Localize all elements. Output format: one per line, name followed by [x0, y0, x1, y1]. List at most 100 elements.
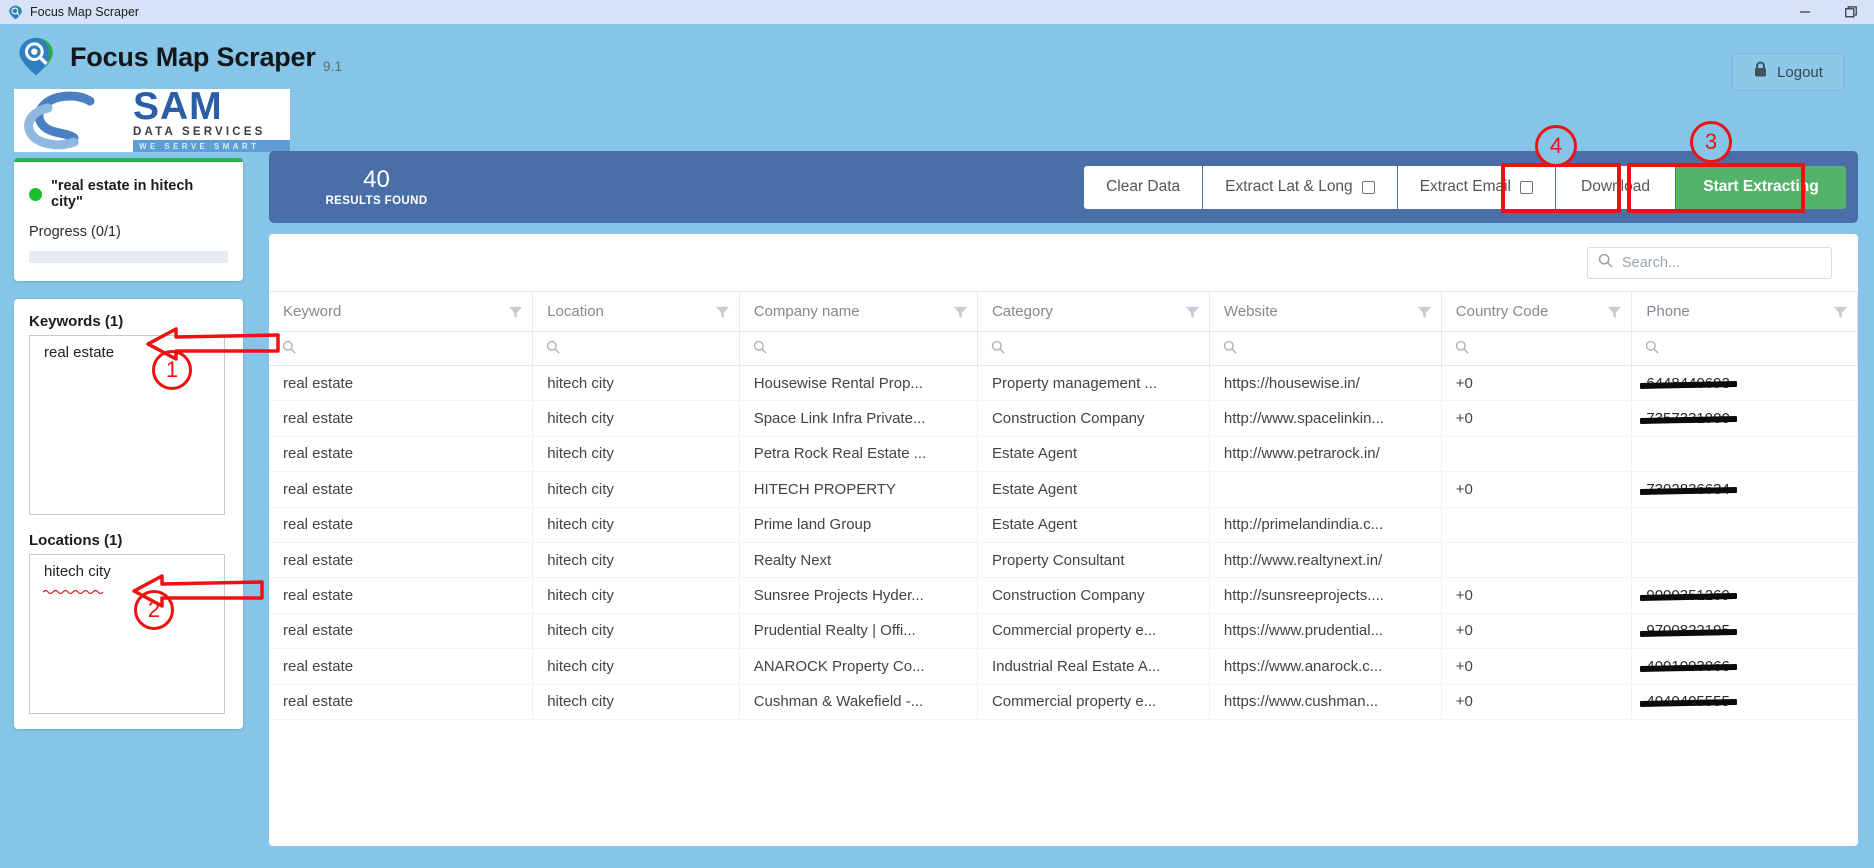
- cell-keyword: real estate: [269, 436, 533, 471]
- column-search-icon[interactable]: [1645, 341, 1659, 358]
- cell-text: Prime land Group: [754, 516, 872, 533]
- table-row[interactable]: real estatehitech cityANAROCK Property C…: [269, 649, 1858, 684]
- column-filter-input[interactable]: [1209, 332, 1441, 366]
- cell-text: +0: [1456, 658, 1473, 675]
- logout-label: Logout: [1777, 64, 1823, 81]
- filter-funnel-icon[interactable]: [1417, 305, 1432, 324]
- extract-email-checkbox[interactable]: [1520, 181, 1533, 194]
- keywords-textarea[interactable]: [29, 335, 225, 515]
- cell-website: http://www.spacelinkin...: [1209, 401, 1441, 436]
- logout-button[interactable]: Logout: [1732, 53, 1844, 91]
- download-button[interactable]: Download: [1556, 166, 1676, 209]
- cell-company: Sunsree Projects Hyder...: [739, 578, 977, 613]
- search-input-wrap[interactable]: Search...: [1587, 247, 1832, 279]
- column-header-label: Country Code: [1456, 303, 1549, 320]
- filter-funnel-icon[interactable]: [1607, 305, 1622, 324]
- column-search-icon[interactable]: [991, 341, 1005, 358]
- filter-funnel-icon[interactable]: [508, 305, 523, 324]
- cell-text: Petra Rock Real Estate ...: [754, 445, 927, 462]
- column-header-category[interactable]: Category: [977, 292, 1209, 332]
- inputs-card: Keywords (1) Locations (1): [14, 299, 243, 729]
- column-header-keyword[interactable]: Keyword: [269, 292, 533, 332]
- cell-text: https://housewise.in/: [1224, 375, 1360, 392]
- table-row[interactable]: real estatehitech citySpace Link Infra P…: [269, 401, 1858, 436]
- column-filter-input[interactable]: [739, 332, 977, 366]
- column-search-icon[interactable]: [282, 341, 296, 358]
- filter-funnel-icon[interactable]: [953, 305, 968, 324]
- column-filter-input[interactable]: [1632, 332, 1858, 366]
- cell-location: hitech city: [533, 684, 740, 719]
- extract-lat-long-button[interactable]: Extract Lat & Long: [1203, 166, 1398, 209]
- cell-country-code: +0: [1441, 401, 1632, 436]
- cell-company: HITECH PROPERTY: [739, 472, 977, 507]
- cell-text: hitech city: [547, 622, 614, 639]
- column-search-icon[interactable]: [1223, 341, 1237, 358]
- cell-text: Prudential Realty | Offi...: [754, 622, 916, 639]
- cell-text: hitech city: [547, 587, 614, 604]
- cell-location: hitech city: [533, 542, 740, 577]
- keywords-label: Keywords (1): [29, 313, 228, 330]
- filter-funnel-icon[interactable]: [1185, 305, 1200, 324]
- table-head: KeywordLocationCompany nameCategoryWebsi…: [269, 292, 1858, 332]
- minimize-icon[interactable]: [1782, 0, 1828, 24]
- cell-keyword: real estate: [269, 684, 533, 719]
- cell-website: http://www.realtynext.in/: [1209, 542, 1441, 577]
- table-row[interactable]: real estatehitech citySunsree Projects H…: [269, 578, 1858, 613]
- cell-location: hitech city: [533, 649, 740, 684]
- cell-website: https://www.anarock.c...: [1209, 649, 1441, 684]
- column-filter-input[interactable]: [1441, 332, 1632, 366]
- column-filter-input[interactable]: [269, 332, 533, 366]
- column-search-icon[interactable]: [753, 341, 767, 358]
- restore-icon[interactable]: [1828, 0, 1874, 24]
- cell-text: Estate Agent: [992, 445, 1077, 462]
- cell-category: Property Consultant: [977, 542, 1209, 577]
- column-filter-input[interactable]: [533, 332, 740, 366]
- clear-data-button[interactable]: Clear Data: [1084, 166, 1203, 209]
- table-row[interactable]: real estatehitech cityHITECH PROPERTYEst…: [269, 472, 1858, 507]
- cell-website: http://sunsreeprojects....: [1209, 578, 1441, 613]
- cell-location: hitech city: [533, 366, 740, 401]
- table-row[interactable]: real estatehitech cityHousewise Rental P…: [269, 366, 1858, 401]
- table-row[interactable]: real estatehitech city Petra Rock Real Es…: [269, 436, 1858, 471]
- column-header-website[interactable]: Website: [1209, 292, 1441, 332]
- cell-text: http://www.realtynext.in/: [1224, 552, 1382, 569]
- column-header-phone[interactable]: Phone: [1632, 292, 1858, 332]
- lock-icon: [1753, 61, 1768, 83]
- cell-keyword: real estate: [269, 649, 533, 684]
- filter-funnel-icon[interactable]: [715, 305, 730, 324]
- redacted-phone: 7357331900: [1646, 410, 1729, 427]
- column-filter-input[interactable]: [977, 332, 1209, 366]
- download-label: Download: [1581, 178, 1650, 196]
- cell-location: hitech city: [533, 436, 740, 471]
- cell-country-code: +0: [1441, 684, 1632, 719]
- column-header-country-code[interactable]: Country Code: [1441, 292, 1632, 332]
- cell-company: Petra Rock Real Estate ...: [739, 436, 977, 471]
- table-row[interactable]: real estate hitech city Prudential Realty …: [269, 613, 1858, 648]
- sam-tagline: WE SERVE SMART: [133, 140, 290, 152]
- column-filter-row: [269, 332, 1858, 366]
- cell-website: http://www.petrarock.in/: [1209, 436, 1441, 471]
- cell-text: real estate: [283, 622, 353, 639]
- progress-bar: [29, 251, 228, 263]
- table-row[interactable]: real estatehitech cityRealty NextPropert…: [269, 542, 1858, 577]
- column-header-location[interactable]: Location: [533, 292, 740, 332]
- extract-email-button[interactable]: Extract Email: [1398, 166, 1556, 209]
- locations-field-wrap: [29, 554, 228, 714]
- cell-company: Prime land Group: [739, 507, 977, 542]
- results-table-card: Search... KeywordLocationCompany nameCat…: [269, 234, 1858, 846]
- start-extracting-button[interactable]: Start Extracting: [1676, 166, 1846, 209]
- table-row[interactable]: real estatehitech cityPrime land GroupEs…: [269, 507, 1858, 542]
- column-search-icon[interactable]: [1455, 341, 1469, 358]
- column-header-company-name[interactable]: Company name: [739, 292, 977, 332]
- filter-funnel-icon[interactable]: [1833, 305, 1848, 324]
- table-header-row: KeywordLocationCompany nameCategoryWebsi…: [269, 292, 1858, 332]
- extract-lat-long-checkbox[interactable]: [1362, 181, 1375, 194]
- column-search-icon[interactable]: [546, 341, 560, 358]
- cell-location: hitech city: [533, 507, 740, 542]
- sam-swoosh-icon: [14, 89, 129, 152]
- cell-phone: 7302836634: [1632, 472, 1858, 507]
- table-row[interactable]: real estatehitech cityCushman & Wakefiel…: [269, 684, 1858, 719]
- sam-wordmark: SAM DATA SERVICES WE SERVE SMART: [129, 89, 290, 152]
- cell-text: +0: [1456, 375, 1473, 392]
- locations-textarea[interactable]: [29, 554, 225, 714]
